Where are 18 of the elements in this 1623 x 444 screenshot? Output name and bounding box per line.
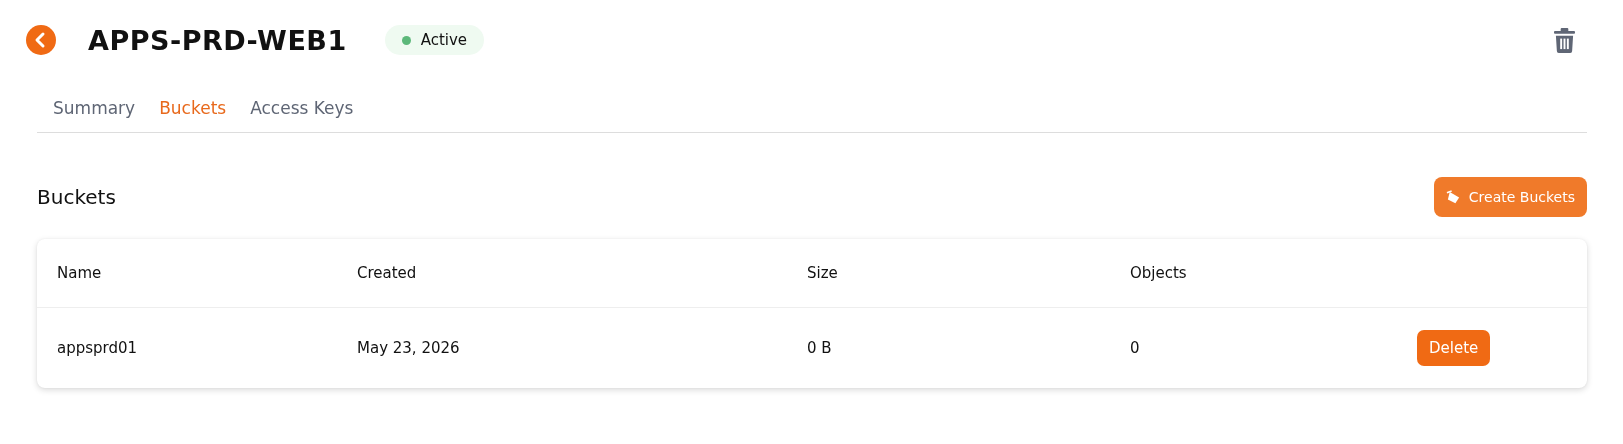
page-title: APPS-PRD-WEB1: [88, 24, 347, 56]
column-header: Created: [357, 264, 418, 282]
status-label: Active: [420, 31, 468, 49]
section-title: Buckets: [37, 185, 116, 209]
table-cell-text: May 23, 2026: [357, 339, 461, 357]
column-header: Objects: [1130, 264, 1188, 282]
delete-button[interactable]: Delete: [1417, 330, 1491, 366]
table-cell-text: 0: [1130, 339, 1141, 357]
delete-icon[interactable]: [1554, 27, 1575, 53]
tab[interactable]: Summary: [45, 90, 144, 132]
tab[interactable]: Access Keys: [242, 90, 362, 132]
column-header: Size: [807, 264, 839, 282]
column-header: Name: [57, 264, 103, 282]
create-buckets-button[interactable]: Create Buckets: [1433, 177, 1587, 217]
back-icon[interactable]: [26, 25, 56, 55]
table-cell-text: 0 B: [807, 339, 833, 357]
table-cell-text: appsprd01: [57, 339, 139, 357]
tab[interactable]: Buckets: [151, 90, 235, 132]
